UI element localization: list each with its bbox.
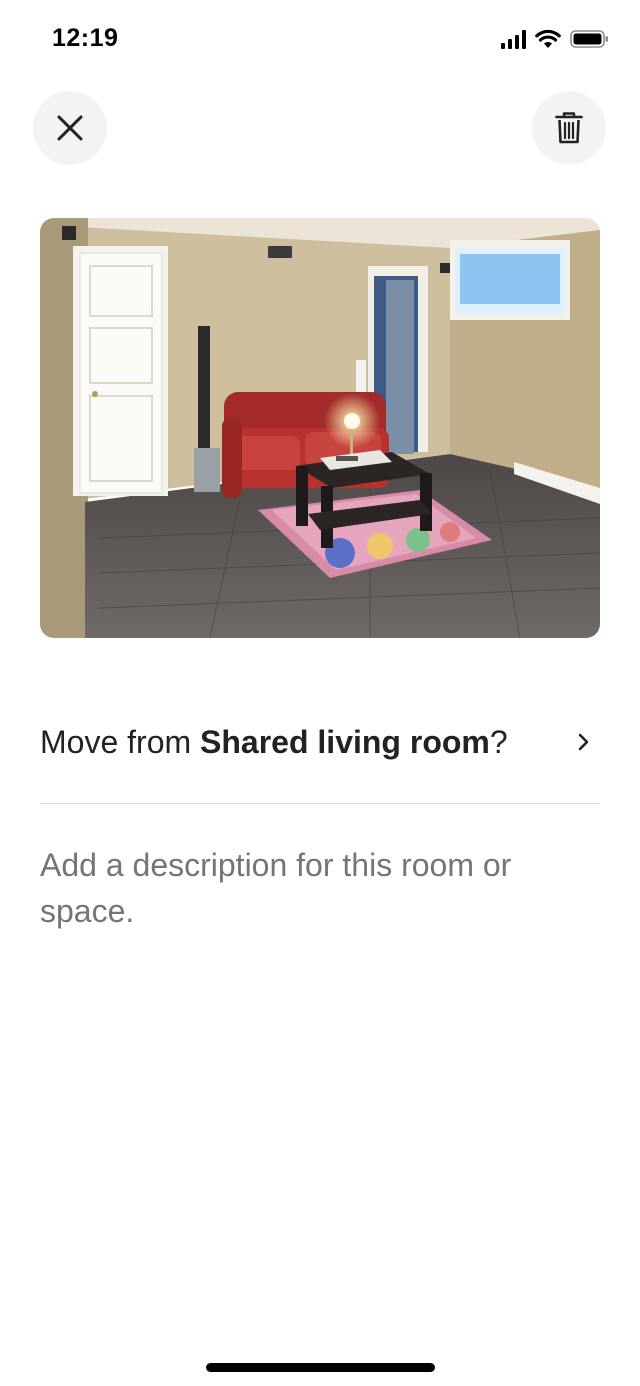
current-room-name: Shared living room xyxy=(200,723,490,760)
room-photo-illustration xyxy=(40,218,600,638)
status-time: 12:19 xyxy=(52,24,119,52)
status-bar: 12:19 xyxy=(0,0,640,80)
delete-photo-button[interactable] xyxy=(532,91,606,165)
cellular-signal-icon xyxy=(501,29,526,49)
move-from-room-row[interactable]: Move from Shared living room? xyxy=(40,712,600,772)
trash-icon xyxy=(555,112,583,144)
move-prefix: Move from xyxy=(40,723,201,760)
divider xyxy=(40,803,600,804)
wifi-icon xyxy=(535,29,561,48)
home-indicator[interactable] xyxy=(206,1363,435,1372)
move-suffix: ? xyxy=(489,723,508,760)
room-photo[interactable] xyxy=(40,218,600,638)
close-button[interactable] xyxy=(33,91,107,165)
close-icon xyxy=(57,115,83,141)
status-icons xyxy=(501,29,610,49)
move-from-text: Move from Shared living room? xyxy=(40,724,508,761)
chevron-right-icon xyxy=(578,733,589,751)
battery-icon xyxy=(570,30,608,48)
description-input[interactable] xyxy=(40,842,560,934)
